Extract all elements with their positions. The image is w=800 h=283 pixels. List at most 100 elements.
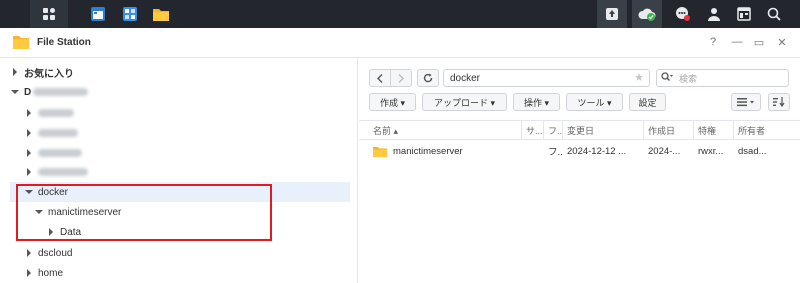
column-owner[interactable]: 所有者 xyxy=(734,121,774,139)
tree-item-favorites[interactable]: お気に入り xyxy=(10,62,350,82)
file-modified-cell: 2024-12-12 ... xyxy=(567,145,627,157)
file-row[interactable]: manictimeserver フ... 2024-12-12 ... 2024… xyxy=(359,141,800,161)
sort-icon xyxy=(773,97,785,107)
tree-item-redacted[interactable] xyxy=(10,162,350,182)
tree-item-home[interactable]: home xyxy=(10,263,350,283)
caret-right-icon[interactable] xyxy=(24,148,34,158)
search-icon xyxy=(767,7,781,21)
maximize-button[interactable]: ▭ xyxy=(752,35,766,49)
tree-item-label: dscloud xyxy=(38,247,73,259)
caret-down-icon[interactable] xyxy=(10,87,20,97)
refresh-icon xyxy=(423,73,433,83)
notifications-button[interactable] xyxy=(668,0,698,28)
path-text: docker xyxy=(450,72,481,84)
chevron-left-icon xyxy=(377,73,383,83)
tree-item-label: manictimeserver xyxy=(48,206,122,218)
window-title: File Station xyxy=(37,37,91,48)
back-button[interactable] xyxy=(369,69,391,87)
taskbar-app-calendar[interactable] xyxy=(86,0,110,28)
global-search-button[interactable] xyxy=(760,0,788,28)
caret-right-icon[interactable] xyxy=(24,108,34,118)
redacted-text xyxy=(38,109,74,117)
file-created-cell: 2024-... xyxy=(648,145,681,157)
column-size[interactable]: サ... xyxy=(522,121,544,139)
list-view-icon xyxy=(737,98,754,107)
tree-item-docker[interactable]: docker xyxy=(10,182,350,202)
tree-item-label: Data xyxy=(60,226,82,238)
search-icon[interactable] xyxy=(661,72,673,84)
tree-item-label: home xyxy=(38,267,64,279)
column-permissions[interactable]: 特権 xyxy=(694,121,734,139)
caret-right-icon[interactable] xyxy=(24,128,34,138)
search-placeholder: 検索 xyxy=(679,73,698,84)
tree-item-volume[interactable]: D xyxy=(10,82,350,102)
user-icon xyxy=(708,8,720,21)
taskbar-app-file-station[interactable] xyxy=(148,0,174,28)
chevron-right-icon xyxy=(398,73,404,83)
star-icon[interactable]: ★ xyxy=(634,71,644,84)
cloud-sync-button[interactable] xyxy=(632,0,662,28)
help-button[interactable]: ? xyxy=(706,35,720,49)
redacted-text xyxy=(33,88,89,96)
redacted-text xyxy=(38,129,78,137)
file-type-cell: フ... xyxy=(548,147,563,158)
upload-icon xyxy=(606,8,618,20)
column-modified[interactable]: 変更日 xyxy=(563,121,644,139)
tree-item-dscloud[interactable]: dscloud xyxy=(10,243,350,263)
caret-right-icon[interactable] xyxy=(24,167,34,177)
file-station-icon xyxy=(13,36,29,49)
folder-tree: お気に入り D docker manictimeserver Data dscl… xyxy=(0,58,358,283)
taskbar xyxy=(0,0,800,28)
column-type[interactable]: フ... xyxy=(544,121,563,139)
create-button[interactable]: 作成 ▾ xyxy=(369,93,416,111)
caret-right-icon[interactable] xyxy=(46,227,56,237)
cloud-check-icon xyxy=(638,8,656,21)
column-created[interactable]: 作成日 xyxy=(644,121,694,139)
refresh-button[interactable] xyxy=(417,69,439,87)
taskbar-app-package[interactable] xyxy=(118,0,142,28)
folder-icon xyxy=(373,146,387,157)
file-name: manictimeserver xyxy=(393,145,463,157)
path-input[interactable]: docker ★ xyxy=(443,69,650,87)
redacted-text xyxy=(38,149,82,157)
sort-button[interactable] xyxy=(768,93,790,111)
caret-right-icon[interactable] xyxy=(24,248,34,258)
folder-icon xyxy=(153,9,169,21)
redacted-text xyxy=(38,168,88,176)
tree-item-label: お気に入り xyxy=(24,68,74,80)
action-button[interactable]: 操作 ▾ xyxy=(513,93,560,111)
tree-item-data[interactable]: Data xyxy=(10,222,350,242)
window-titlebar: File Station ? — ▭ ✕ xyxy=(0,28,800,58)
tree-item-redacted[interactable] xyxy=(10,143,350,163)
widgets-button[interactable] xyxy=(730,0,758,28)
column-name[interactable]: 名前 ▴ xyxy=(369,121,522,139)
upload-queue-button[interactable] xyxy=(597,0,627,28)
user-menu-button[interactable] xyxy=(700,0,728,28)
forward-button[interactable] xyxy=(390,69,412,87)
upload-button[interactable]: アップロード ▾ xyxy=(422,93,507,111)
tools-button[interactable]: ツール ▾ xyxy=(566,93,623,111)
minimize-button[interactable]: — xyxy=(730,35,744,49)
package-center-icon xyxy=(123,7,137,21)
tree-item-label: D xyxy=(24,86,32,98)
file-name-cell: manictimeserver xyxy=(369,141,522,161)
file-list-panel: docker ★ 検索 作成 ▾ アップロード ▾ 操作 ▾ ツール ▾ 設定 … xyxy=(359,58,800,283)
view-mode-button[interactable] xyxy=(731,93,761,111)
search-input[interactable]: 検索 xyxy=(656,69,789,87)
grid-icon xyxy=(43,8,55,20)
chat-bubble-icon xyxy=(676,7,690,21)
main-menu-button[interactable] xyxy=(30,0,68,28)
widgets-icon xyxy=(737,7,751,21)
tree-item-label: docker xyxy=(38,186,69,198)
tree-item-redacted[interactable] xyxy=(10,123,350,143)
caret-right-icon[interactable] xyxy=(10,67,20,77)
tree-item-redacted[interactable] xyxy=(10,103,350,123)
calendar-icon xyxy=(91,7,105,21)
caret-right-icon[interactable] xyxy=(24,268,34,278)
settings-button[interactable]: 設定 xyxy=(629,93,666,111)
caret-down-icon[interactable] xyxy=(24,187,34,197)
caret-down-icon[interactable] xyxy=(34,207,44,217)
tree-item-manictimeserver[interactable]: manictimeserver xyxy=(10,202,350,222)
close-button[interactable]: ✕ xyxy=(775,35,789,49)
file-owner-cell: dsad... xyxy=(738,145,767,157)
